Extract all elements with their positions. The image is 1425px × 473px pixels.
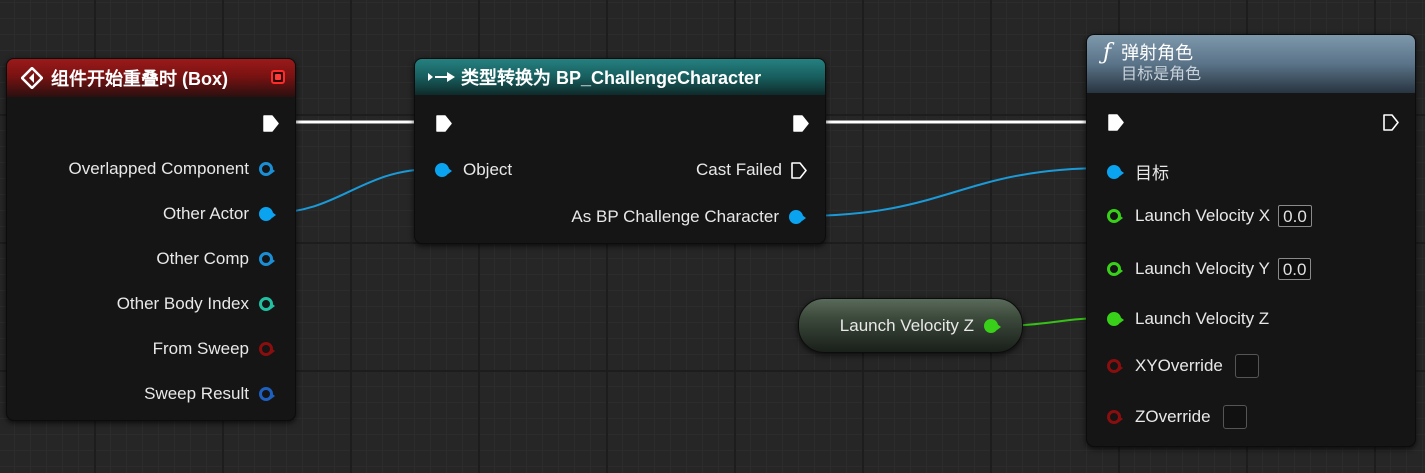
cast-node[interactable]: 类型转换为 BP_ChallengeCharacter Object Cast … [414,58,826,244]
cast-node-header[interactable]: 类型转换为 BP_ChallengeCharacter [415,59,825,95]
pin-launch-velocity-z[interactable]: Launch Velocity Z [1107,309,1269,329]
pin-label: Launch Velocity X [1135,206,1271,225]
object-pin-icon[interactable] [1107,164,1124,179]
pin-other-actor[interactable]: Other Actor [163,204,276,224]
cast-node-title: 类型转换为 BP_ChallengeCharacter [461,68,762,88]
pin-from-sweep[interactable]: From Sweep [152,339,275,359]
struct-pin-icon[interactable] [259,387,275,401]
pin-as-character[interactable]: As BP Challenge Character [571,207,806,227]
float-pin-icon[interactable] [1107,262,1123,276]
pin-label: As BP Challenge Character [571,207,779,226]
exec-pin-icon[interactable] [1107,114,1124,131]
pin-launch-velocity-y[interactable]: Launch Velocity Y 0.0 [1107,258,1312,280]
exec-input-pin[interactable] [435,115,452,132]
launch-velocity-x-input[interactable]: 0.0 [1278,205,1312,227]
pin-other-body-index[interactable]: Other Body Index [116,294,275,314]
pin-cast-failed[interactable]: Cast Failed [696,160,807,180]
object-pin-icon[interactable] [259,252,275,266]
pin-xy-override[interactable]: XYOverride [1107,354,1259,378]
pin-sweep-result[interactable]: Sweep Result [144,384,275,404]
float-pin-icon[interactable] [1107,209,1123,223]
pin-label: Overlapped Component [68,159,249,178]
object-pin-icon[interactable] [259,207,276,221]
bool-pin-icon[interactable] [259,342,275,356]
pin-label: Sweep Result [144,384,249,403]
pin-z-override[interactable]: ZOverride [1107,405,1247,429]
event-node-header[interactable]: 组件开始重叠时 (Box) [7,59,295,97]
object-pin-icon[interactable] [259,162,275,176]
cast-arrow-icon [428,72,455,82]
variable-label: Launch Velocity Z [839,316,974,335]
exec-pin-icon[interactable] [262,115,279,132]
exec-pin-icon[interactable] [790,161,807,179]
exec-input-pin[interactable] [1107,114,1124,131]
exec-output-pin[interactable] [262,115,279,132]
pin-label: Object [463,160,513,179]
pin-label: Other Body Index [116,294,249,313]
function-node-launch-character[interactable]: ƒ 弹射角色 目标是角色 目标 Launch Velocity X 0.0 La… [1086,34,1416,447]
pin-label: Cast Failed [696,160,782,179]
launch-velocity-y-input[interactable]: 0.0 [1277,258,1312,280]
pin-launch-velocity-x[interactable]: Launch Velocity X 0.0 [1107,205,1312,227]
bool-pin-icon[interactable] [1107,410,1123,424]
function-node-subtitle: 目标是角色 [1121,66,1202,83]
exec-pin-icon[interactable] [1382,114,1399,131]
exec-pin-icon[interactable] [435,115,452,132]
float-pin-icon[interactable] [1107,312,1124,326]
delegate-pin-icon[interactable] [271,70,285,84]
function-f-icon: ƒ [1103,40,1112,65]
float-pin-icon[interactable] [984,319,1001,333]
pin-object-input[interactable]: Object [435,160,512,180]
variable-output-pin[interactable]: Launch Velocity Z [839,316,1001,336]
function-node-header[interactable]: ƒ 弹射角色 目标是角色 [1087,35,1415,93]
exec-pin-icon[interactable] [792,115,809,132]
pin-overlapped-component[interactable]: Overlapped Component [68,159,275,179]
pin-label: Other Actor [163,204,249,223]
exec-output-pin[interactable] [792,115,809,132]
pin-label: From Sweep [152,339,249,358]
event-node-title: 组件开始重叠时 (Box) [51,69,228,89]
int-pin-icon[interactable] [259,297,275,311]
exec-output-pin[interactable] [1382,114,1399,131]
event-node-component-begin-overlap[interactable]: 组件开始重叠时 (Box) Overlapped Component Other… [6,58,296,421]
pin-label: Other Comp [156,249,249,268]
pin-other-comp[interactable]: Other Comp [156,249,275,269]
pin-target[interactable]: 目标 [1107,159,1169,184]
object-pin-icon[interactable] [435,163,452,177]
pin-label: XYOverride [1135,356,1223,375]
object-pin-icon[interactable] [789,210,806,224]
object-wire-as-to-target[interactable] [799,167,1109,217]
pin-label: 目标 [1135,164,1169,183]
xy-override-checkbox[interactable] [1234,354,1259,378]
variable-node-launch-velocity-z[interactable]: Launch Velocity Z [798,298,1023,353]
pin-label: Launch Velocity Z [1135,309,1270,328]
event-diamond-icon [21,67,43,89]
z-override-checkbox[interactable] [1222,405,1247,429]
pin-label: ZOverride [1135,407,1211,426]
pin-label: Launch Velocity Y [1135,259,1270,278]
function-node-title: 弹射角色 [1121,43,1194,63]
bool-pin-icon[interactable] [1107,359,1123,373]
